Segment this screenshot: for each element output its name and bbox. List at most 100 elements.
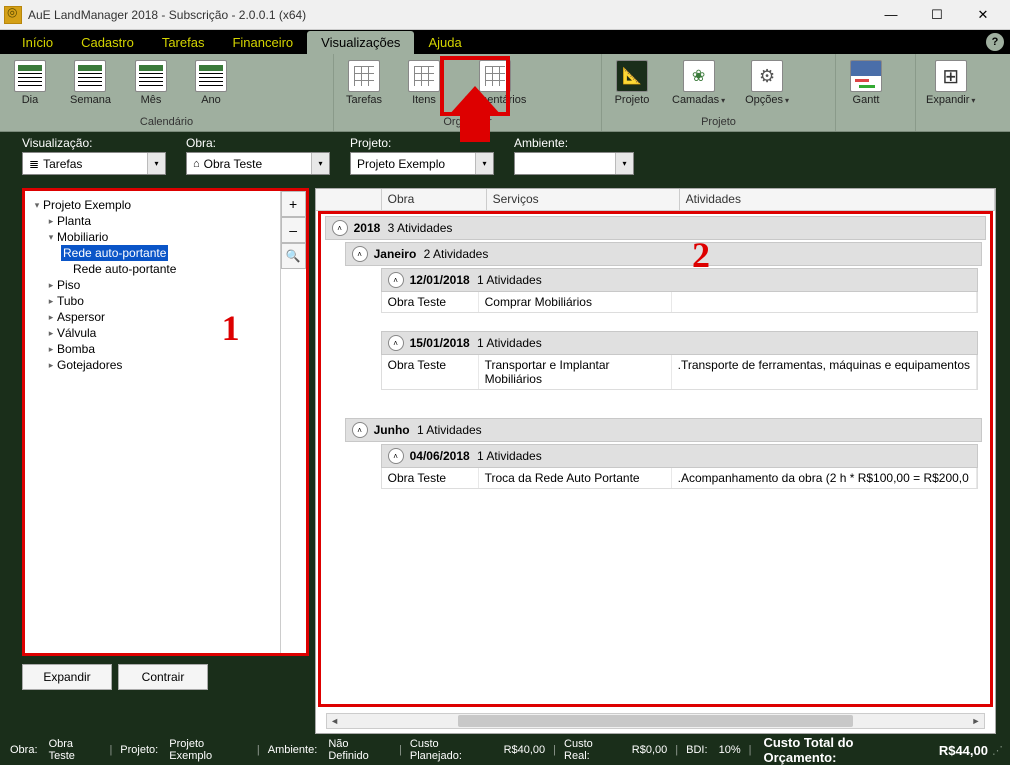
contract-button[interactable]: Contrair bbox=[118, 664, 208, 690]
scroll-right-icon[interactable]: ► bbox=[968, 716, 984, 726]
tree-item[interactable]: ▸Bomba bbox=[27, 341, 278, 357]
tree-item[interactable]: ▸Válvula bbox=[27, 325, 278, 341]
group-month[interactable]: ˄Janeiro 2 Atividades bbox=[345, 242, 982, 266]
ribbon: Dia Semana Mês Ano Calendário Tarefas It… bbox=[0, 54, 1010, 132]
help-icon[interactable]: ? bbox=[986, 33, 1004, 51]
horizontal-scrollbar[interactable]: ◄ ► bbox=[326, 713, 985, 729]
filter-visualizacao[interactable]: ≣ Tarefas▾ bbox=[22, 152, 166, 175]
collapse-icon[interactable]: ˄ bbox=[352, 246, 368, 262]
gantt-icon bbox=[850, 60, 882, 92]
chevron-down-icon: ▾ bbox=[615, 153, 633, 174]
minimize-button[interactable]: — bbox=[868, 1, 914, 29]
expand-icon bbox=[935, 60, 967, 92]
ribbon-expandir[interactable]: Expandir bbox=[916, 58, 985, 108]
ribbon-projeto[interactable]: Projeto bbox=[602, 58, 662, 108]
tree-search-button[interactable] bbox=[281, 243, 306, 269]
tree-remove-button[interactable]: – bbox=[281, 217, 306, 243]
ribbon-camadas[interactable]: Camadas bbox=[662, 58, 735, 108]
filter-obra[interactable]: ⌂ Obra Teste▾ bbox=[186, 152, 330, 175]
tree-item[interactable]: Rede auto-portante bbox=[27, 261, 278, 277]
filter-label-ambiente: Ambiente: bbox=[514, 136, 634, 150]
calendar-week-icon bbox=[74, 60, 106, 92]
ribbon-mes[interactable]: Mês bbox=[121, 58, 181, 108]
ribbon-comentarios[interactable]: Comentários bbox=[454, 58, 536, 108]
scroll-thumb[interactable] bbox=[458, 715, 852, 727]
column-header: Obra Serviços Atividades bbox=[316, 189, 995, 211]
tree-item[interactable]: ▸Tubo bbox=[27, 293, 278, 309]
gear-icon bbox=[751, 60, 783, 92]
ribbon-semana[interactable]: Semana bbox=[60, 58, 121, 108]
activities-panel: Obra Serviços Atividades 2 ˄2018 3 Ativi… bbox=[315, 188, 996, 734]
home-icon: ⌂ bbox=[193, 158, 200, 170]
chevron-down-icon: ▾ bbox=[311, 153, 329, 174]
resize-grip[interactable]: ⋰ bbox=[992, 744, 1000, 757]
group-day[interactable]: ˄15/01/2018 1 Atividades bbox=[381, 331, 978, 355]
activity-row[interactable]: Obra Teste Comprar Mobiliários bbox=[381, 292, 978, 313]
layers-icon bbox=[683, 60, 715, 92]
group-day[interactable]: ˄12/01/2018 1 Atividades bbox=[381, 268, 978, 292]
filter-label-obra: Obra: bbox=[186, 136, 330, 150]
ribbon-opcoes[interactable]: Opções bbox=[735, 58, 799, 108]
collapse-icon[interactable]: ˄ bbox=[388, 448, 404, 464]
col-atividades[interactable]: Atividades bbox=[680, 189, 995, 210]
tasks-icon bbox=[348, 60, 380, 92]
list-icon: ≣ bbox=[29, 157, 39, 171]
expand-button[interactable]: Expandir bbox=[22, 664, 112, 690]
activities-body: 2 ˄2018 3 Atividades ˄Janeiro 2 Atividad… bbox=[318, 211, 993, 707]
ribbon-itens[interactable]: Itens bbox=[394, 58, 454, 108]
tree-root[interactable]: ▾Projeto Exemplo bbox=[27, 197, 278, 213]
col-servicos[interactable]: Serviços bbox=[487, 189, 680, 210]
menu-cadastro[interactable]: Cadastro bbox=[67, 31, 148, 54]
close-button[interactable]: ✕ bbox=[960, 1, 1006, 29]
filter-projeto[interactable]: Projeto Exemplo▾ bbox=[350, 152, 494, 175]
menu-inicio[interactable]: Início bbox=[8, 31, 67, 54]
annotation-2: 2 bbox=[692, 234, 710, 276]
tree-add-button[interactable]: + bbox=[281, 191, 306, 217]
collapse-icon[interactable]: ˄ bbox=[352, 422, 368, 438]
filter-ambiente[interactable]: ▾ bbox=[514, 152, 634, 175]
chevron-down-icon: ▾ bbox=[147, 153, 165, 174]
tree-item[interactable]: ▸Piso bbox=[27, 277, 278, 293]
app-icon bbox=[4, 6, 22, 24]
calendar-year-icon bbox=[195, 60, 227, 92]
menu-financeiro[interactable]: Financeiro bbox=[218, 31, 307, 54]
project-icon bbox=[616, 60, 648, 92]
ribbon-group-organizar: Organizar bbox=[334, 114, 601, 131]
group-month[interactable]: ˄Junho 1 Atividades bbox=[345, 418, 982, 442]
group-day[interactable]: ˄04/06/2018 1 Atividades bbox=[381, 444, 978, 468]
tree-item[interactable]: ▸Aspersor bbox=[27, 309, 278, 325]
window-title: AuE LandManager 2018 - Subscrição - 2.0.… bbox=[28, 8, 868, 22]
project-tree[interactable]: ▾Projeto Exemplo ▸Planta ▾Mobiliario Red… bbox=[25, 191, 280, 653]
items-icon bbox=[408, 60, 440, 92]
filter-label-visualizacao: Visualização: bbox=[22, 136, 166, 150]
tree-item[interactable]: ▸Planta bbox=[27, 213, 278, 229]
status-bar: Obra: Obra Teste| Projeto: Projeto Exemp… bbox=[0, 739, 1010, 761]
collapse-icon[interactable]: ˄ bbox=[388, 272, 404, 288]
titlebar: AuE LandManager 2018 - Subscrição - 2.0.… bbox=[0, 0, 1010, 30]
ribbon-dia[interactable]: Dia bbox=[0, 58, 60, 108]
ribbon-tarefas[interactable]: Tarefas bbox=[334, 58, 394, 108]
calendar-month-icon bbox=[135, 60, 167, 92]
comments-icon bbox=[479, 60, 511, 92]
col-obra[interactable]: Obra bbox=[382, 189, 487, 210]
group-year[interactable]: ˄2018 3 Atividades bbox=[325, 216, 986, 240]
tree-item[interactable]: ▾Mobiliario bbox=[27, 229, 278, 245]
tree-item[interactable]: ▸Gotejadores bbox=[27, 357, 278, 373]
activity-row[interactable]: Obra Teste Troca da Rede Auto Portante .… bbox=[381, 468, 978, 489]
activity-row[interactable]: Obra Teste Transportar e Implantar Mobil… bbox=[381, 355, 978, 390]
ribbon-group-projeto: Projeto bbox=[602, 114, 835, 131]
annotation-1: 1 bbox=[222, 307, 240, 349]
menu-ajuda[interactable]: Ajuda bbox=[414, 31, 475, 54]
menu-tarefas[interactable]: Tarefas bbox=[148, 31, 219, 54]
filter-label-projeto: Projeto: bbox=[350, 136, 494, 150]
tree-item-selected[interactable]: Rede auto-portante bbox=[27, 245, 278, 261]
collapse-icon[interactable]: ˄ bbox=[332, 220, 348, 236]
scroll-left-icon[interactable]: ◄ bbox=[327, 716, 343, 726]
ribbon-gantt[interactable]: Gantt bbox=[836, 58, 896, 108]
ribbon-ano[interactable]: Ano bbox=[181, 58, 241, 108]
menubar: Início Cadastro Tarefas Financeiro Visua… bbox=[0, 30, 1010, 54]
collapse-icon[interactable]: ˄ bbox=[388, 335, 404, 351]
maximize-button[interactable]: ☐ bbox=[914, 1, 960, 29]
filters-bar: Visualização: ≣ Tarefas▾ Obra: ⌂ Obra Te… bbox=[0, 132, 1010, 180]
menu-visualizacoes[interactable]: Visualizações bbox=[307, 31, 414, 54]
